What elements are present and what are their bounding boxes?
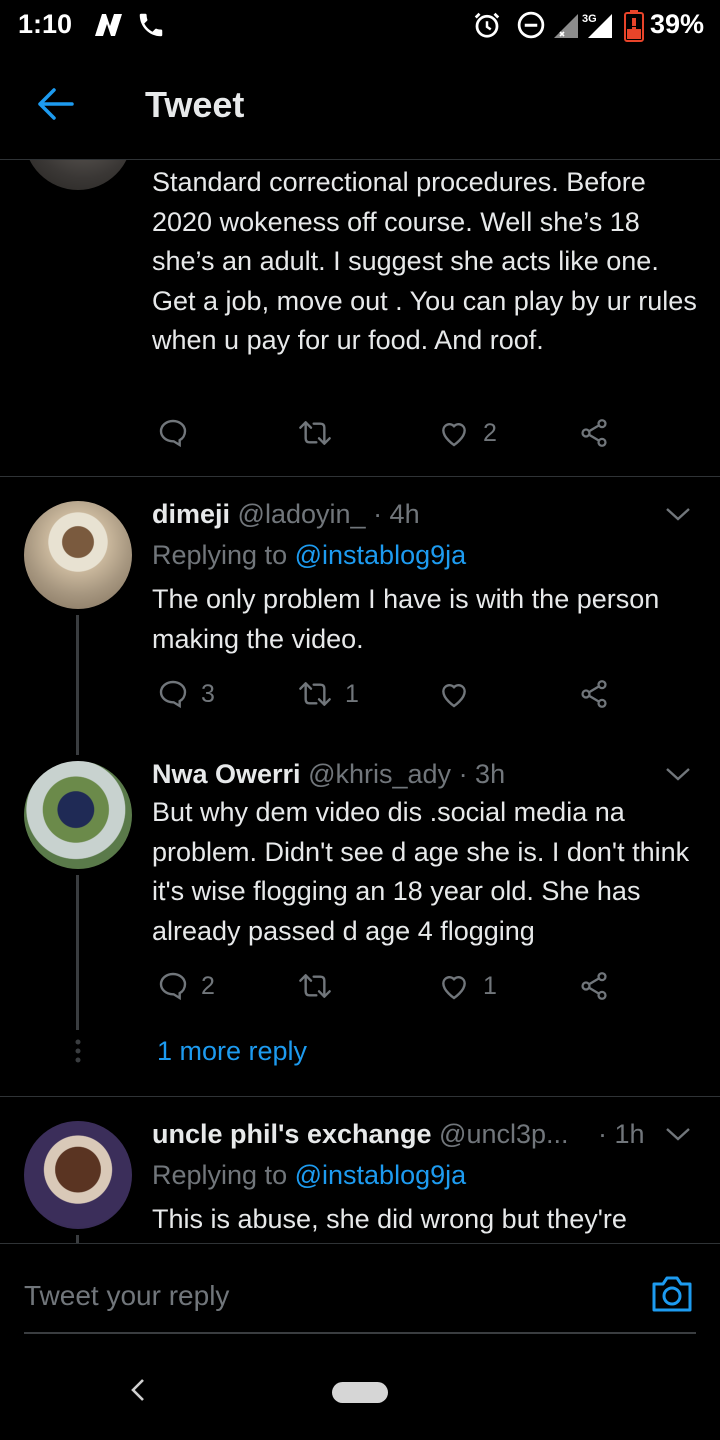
replying-label: Replying to	[152, 540, 288, 570]
like-count: 1	[483, 971, 497, 1000]
like-count: 2	[483, 418, 497, 447]
reply-icon	[159, 972, 187, 1001]
chevron-down-icon[interactable]	[664, 764, 692, 789]
reply-icon	[159, 680, 187, 709]
avatar[interactable]	[24, 501, 132, 609]
arrow-left-icon[interactable]	[36, 86, 76, 127]
tweet-meta: dimeji @ladoyin_ · 4h	[152, 499, 420, 530]
tweet-meta: uncle phil's exchange @uncl3p...	[152, 1119, 569, 1150]
reply-composer[interactable]: Tweet your reply	[0, 1243, 720, 1353]
tweet-actions: 2	[152, 417, 622, 457]
thread-line	[76, 1235, 79, 1243]
nav-back-icon[interactable]	[128, 1377, 148, 1408]
replying-label: Replying to	[152, 1160, 288, 1190]
thread-line	[76, 875, 79, 1030]
share-icon	[581, 419, 607, 447]
reply-count: 3	[201, 679, 215, 708]
share-icon	[581, 972, 607, 1000]
user-handle[interactable]: @khris_ady	[308, 759, 451, 789]
status-bar: 1:10 3G 39%	[0, 0, 720, 52]
tweet-actions: 2 1	[152, 970, 622, 1010]
chevron-down-icon[interactable]	[664, 504, 692, 529]
retweet-icon	[299, 682, 331, 706]
tweet-time: · 4h	[373, 499, 420, 529]
share-icon	[581, 680, 607, 708]
retweet-button[interactable]: 1	[297, 678, 359, 710]
share-button[interactable]	[577, 678, 611, 710]
camera-icon[interactable]	[650, 1274, 694, 1319]
tweet-thread[interactable]: Standard correctional procedures. Before…	[0, 160, 720, 1243]
replying-to: Replying to @instablog9ja	[152, 1160, 466, 1191]
app-header: Tweet	[0, 52, 720, 160]
thread-dots-icon	[73, 1038, 83, 1069]
reply-button[interactable]: 3	[157, 678, 215, 710]
system-nav-bar	[0, 1353, 720, 1440]
tweet-time: · 1h	[598, 1119, 645, 1149]
signal-icon: 3G	[552, 10, 614, 45]
tweet-text: This is abuse, she did wrong but they're	[152, 1204, 627, 1234]
reply-input[interactable]: Tweet your reply	[24, 1280, 229, 1312]
tweet-actions: 3 1	[152, 678, 622, 718]
user-handle[interactable]: @ladoyin_	[238, 499, 366, 529]
svg-text:3G: 3G	[582, 13, 597, 25]
dnd-icon	[516, 10, 546, 45]
retweet-icon	[299, 974, 331, 998]
user-name[interactable]: uncle phil's exchange	[152, 1119, 432, 1149]
tweet-text: Standard correctional procedures. Before…	[152, 167, 697, 355]
share-button[interactable]	[577, 970, 611, 1002]
like-button[interactable]	[437, 678, 483, 710]
like-button[interactable]: 2	[437, 417, 497, 449]
divider	[0, 476, 720, 477]
reply-count: 2	[201, 971, 215, 1000]
user-name[interactable]: dimeji	[152, 499, 230, 529]
replying-handle[interactable]: @instablog9ja	[295, 540, 467, 570]
heart-icon	[442, 423, 466, 447]
reply-button[interactable]	[157, 417, 201, 449]
avatar[interactable]	[24, 761, 132, 869]
user-handle[interactable]: @uncl3p...	[439, 1119, 568, 1149]
input-underline	[24, 1332, 696, 1334]
home-pill[interactable]	[332, 1382, 388, 1403]
tweet-text: But why dem video dis .social media na p…	[152, 797, 690, 946]
avatar[interactable]	[24, 1121, 132, 1229]
retweet-icon	[299, 421, 331, 445]
divider	[0, 1096, 720, 1097]
retweet-button[interactable]	[297, 970, 345, 1002]
share-button[interactable]	[577, 417, 611, 449]
retweet-count: 1	[345, 679, 359, 708]
reply-button[interactable]: 2	[157, 970, 215, 1002]
chevron-down-icon[interactable]	[664, 1124, 692, 1149]
tweet-meta: Nwa Owerri @khris_ady · 3h	[152, 759, 505, 790]
heart-icon	[442, 684, 466, 708]
alarm-icon	[472, 10, 502, 45]
tweet-time: · 3h	[458, 759, 506, 789]
thread-line	[76, 615, 79, 755]
like-button[interactable]: 1	[437, 970, 497, 1002]
more-replies-link[interactable]: 1 more reply	[157, 1036, 307, 1067]
status-time: 1:10	[18, 9, 73, 39]
tweet-text: The only problem I have is with the pers…	[152, 584, 660, 654]
battery-percent: 39%	[649, 9, 704, 39]
heart-icon	[442, 976, 466, 1000]
n-notification-icon	[92, 10, 126, 45]
replying-to: Replying to @instablog9ja	[152, 540, 466, 571]
retweet-button[interactable]	[297, 417, 345, 449]
avatar[interactable]	[24, 160, 132, 190]
phone-icon	[136, 10, 166, 45]
reply-icon	[159, 419, 187, 448]
battery-icon	[624, 10, 644, 47]
user-name[interactable]: Nwa Owerri	[152, 759, 301, 789]
page-title: Tweet	[145, 84, 245, 125]
replying-handle[interactable]: @instablog9ja	[295, 1160, 467, 1190]
